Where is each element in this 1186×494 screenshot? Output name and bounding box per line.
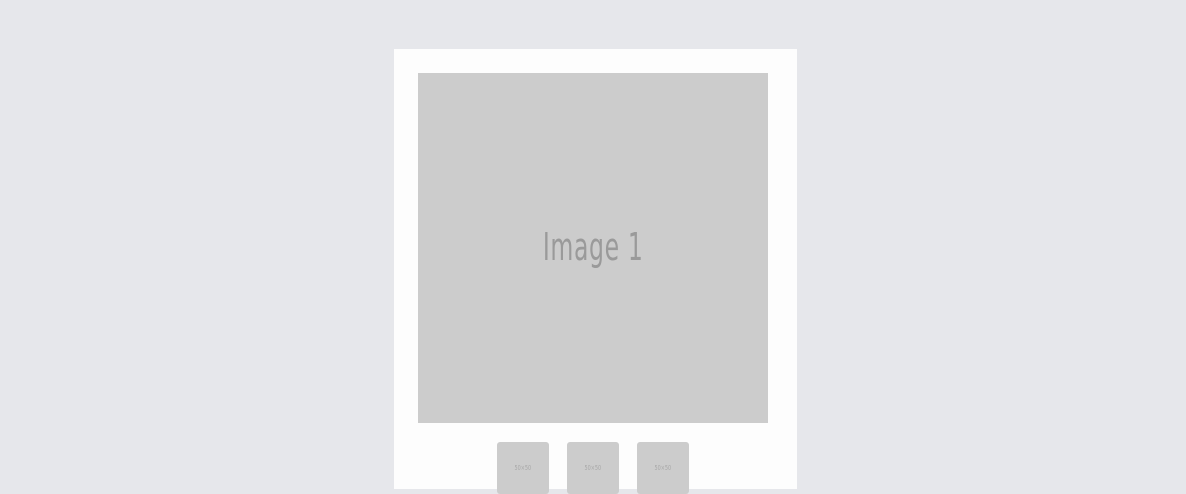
thumbnail-label: 50×50 <box>654 463 672 472</box>
gallery-card: Image 1 50×50 50×50 50×50 <box>394 49 797 494</box>
thumbnail-3[interactable]: 50×50 <box>637 442 689 494</box>
thumbnail-label: 50×50 <box>514 463 532 472</box>
thumbnail-label: 50×50 <box>584 463 602 472</box>
main-image: Image 1 <box>418 73 768 423</box>
thumbnail-strip: 50×50 50×50 50×50 <box>497 442 689 494</box>
thumbnail-2[interactable]: 50×50 <box>567 442 619 494</box>
thumbnail-1[interactable]: 50×50 <box>497 442 549 494</box>
main-image-label: Image 1 <box>542 225 644 269</box>
